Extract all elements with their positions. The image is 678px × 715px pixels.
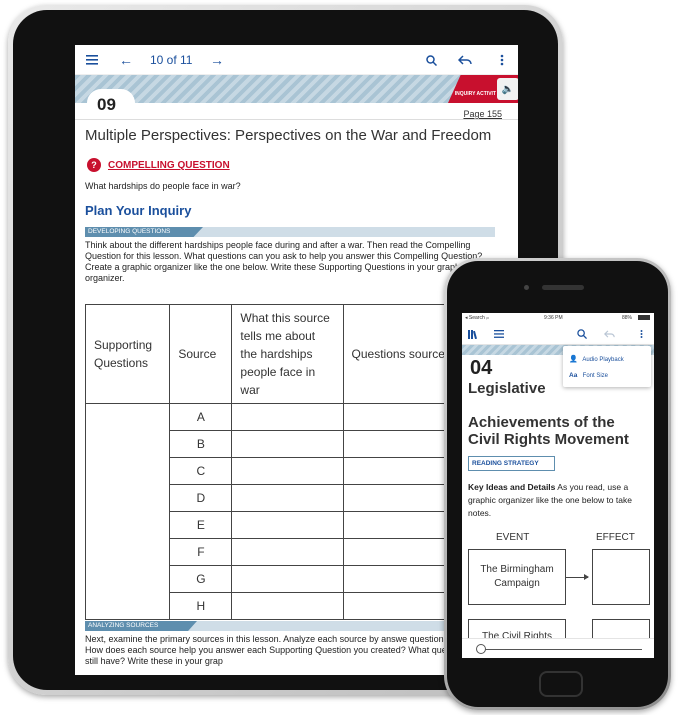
answer-cell[interactable] [231,430,344,458]
search-icon[interactable] [575,327,589,341]
menu-item-label: Audio Playback [582,357,624,363]
source-cell: C [169,457,233,485]
answer-cell[interactable] [231,565,344,593]
phone-screen: ◂ Search ᵢₗₗ 9:36 PM 88% 04 Legislative … [462,313,654,658]
undo-icon[interactable] [456,51,474,69]
menu-item-audio-playback[interactable]: 👤 Audio Playback [569,355,624,363]
phone-body: ◂ Search ᵢₗₗ 9:36 PM 88% 04 Legislative … [447,261,668,707]
source-cell: H [169,592,233,620]
question-icon: ? [87,158,101,172]
page-label[interactable]: Page 155 [463,109,502,119]
analyzing-sources-tag: ANALYZING SOURCES [85,621,197,631]
column-header: Supporting Questions [84,304,171,404]
arrow-right-icon [566,574,589,580]
menu-item-font-size[interactable]: Aa Font Size [569,372,608,379]
arrow-right-icon[interactable]: → [208,51,226,69]
developing-questions-text: Think about the different hardships peop… [85,240,483,283]
source-cell: A [169,403,233,431]
page-title: Multiple Perspectives: Perspectives on t… [85,127,492,144]
arrow-left-icon[interactable]: ← [117,51,135,69]
camera-icon [524,285,529,290]
answer-cell[interactable] [231,592,344,620]
font-size-icon: Aa [569,372,578,379]
audio-playback-icon: 👤 [569,356,578,363]
compelling-question-text: What hardships do people face in war? [85,181,241,191]
developing-questions-label: DEVELOPING QUESTIONS [88,228,171,235]
answer-cell[interactable] [231,511,344,539]
plan-heading: Plan Your Inquiry [85,203,192,218]
source-cell: B [169,430,233,458]
hamburger-icon[interactable] [83,51,101,69]
overflow-menu: 👤 Audio Playback Aa Font Size [563,346,651,387]
answer-cell[interactable] [231,403,344,431]
lesson-heading-line2: Achievements of the Civil Rights Movemen… [468,414,629,448]
event-box: The Birmingham Campaign [468,549,566,605]
more-vertical-icon[interactable] [634,327,648,341]
reading-strategy-text: Key Ideas and Details As you read, use a… [468,481,650,520]
source-cell: G [169,565,233,593]
reading-strategy-tag: READING STRATEGY [468,456,555,471]
divider [75,119,518,120]
chapter-number: 09 [97,95,116,114]
speaker-icon[interactable]: 🔈 [497,78,518,100]
undo-icon[interactable] [602,327,616,341]
phone-device: ◂ Search ᵢₗₗ 9:36 PM 88% 04 Legislative … [444,258,671,710]
status-time: 9:36 PM [544,315,563,321]
slider-thumb[interactable] [476,644,486,654]
column-header: Source [169,304,233,404]
source-cell: D [169,484,233,512]
source-cell: E [169,511,233,539]
tablet-toolbar: ← 10 of 11 → [75,45,518,75]
hamburger-icon[interactable] [492,327,506,341]
answer-cell[interactable] [231,484,344,512]
event-header: EVENT [496,532,530,543]
supporting-questions-cell[interactable] [84,403,171,620]
status-bar: ◂ Search ᵢₗₗ 9:36 PM 88% [462,313,654,322]
home-button[interactable] [539,671,583,697]
column-header: What this source tells me about the hard… [231,304,344,404]
answer-cell[interactable] [231,457,344,485]
status-carrier: ◂ Search ᵢₗₗ [465,315,489,321]
menu-item-label: Font Size [582,373,609,379]
status-battery: 88% [622,315,633,321]
effect-header: EFFECT [596,532,635,543]
search-icon[interactable] [422,51,440,69]
phone-toolbar [462,323,654,345]
effect-box [592,549,650,605]
earpiece-icon [542,285,584,290]
source-cell: F [169,538,233,566]
page-counter: 10 of 11 [150,53,193,67]
battery-icon [638,315,650,320]
audio-slider[interactable] [462,638,654,658]
slider-track [482,649,642,650]
compelling-question-link[interactable]: COMPELLING QUESTION [108,160,230,171]
para-bold-label: Key Ideas and Details [468,482,556,492]
library-icon[interactable] [466,327,480,341]
inquiry-label: INQUIRY ACTIVIT [454,91,496,97]
chapter-number: 04 [470,357,493,379]
developing-questions-tag: DEVELOPING QUESTIONS [85,227,203,237]
more-vertical-icon[interactable] [493,51,511,69]
analyzing-sources-label: ANALYZING SOURCES [88,622,159,629]
answer-cell[interactable] [231,538,344,566]
